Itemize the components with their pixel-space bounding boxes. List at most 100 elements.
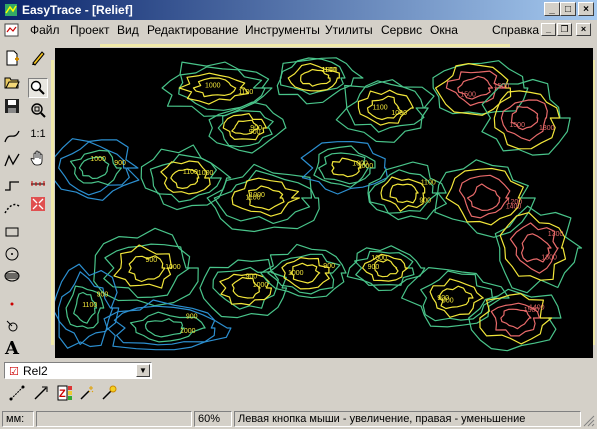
- elevation-label: 900: [246, 273, 258, 280]
- menu-edit[interactable]: Редактирование: [147, 23, 238, 37]
- menu-tools[interactable]: Инструменты: [245, 23, 320, 37]
- menu-utilities[interactable]: Утилиты: [325, 23, 373, 37]
- menu-bar: Файл Проект Вид Редактирование Инструмен…: [0, 20, 597, 40]
- status-zoom: 60%: [194, 411, 232, 427]
- symbol-icon: [6, 320, 18, 332]
- minimize-button[interactable]: _: [544, 2, 560, 16]
- trace-direction-icon: [34, 386, 48, 400]
- contour-map[interactable]: 1000 900 1100 1000 900 900 1100 1000 1000 1100 150…: [55, 48, 593, 358]
- new-button[interactable]: [2, 48, 22, 68]
- menu-service[interactable]: Сервис: [381, 23, 422, 37]
- document-icon[interactable]: [4, 23, 20, 37]
- status-bar: мм: 60% Левая кнопка мыши - увеличение, …: [0, 409, 597, 429]
- trace-line-icon: [9, 385, 25, 401]
- close-button[interactable]: ×: [578, 2, 594, 16]
- step-line-tool-button[interactable]: [2, 174, 22, 194]
- save-button[interactable]: [2, 96, 22, 116]
- menu-view[interactable]: Вид: [117, 23, 139, 37]
- mdi-restore-button[interactable]: ❐: [557, 23, 572, 36]
- pan-button[interactable]: [28, 148, 48, 168]
- point-icon: [10, 302, 14, 306]
- mdi-minimize-button[interactable]: _: [541, 23, 556, 36]
- top-ruler: [100, 44, 510, 47]
- point-tool-button[interactable]: [2, 294, 22, 314]
- view-toolbar: 1:1: [26, 44, 50, 362]
- contour-line: [380, 176, 426, 212]
- left-ruler: [51, 60, 54, 345]
- elevation-label: 1000: [322, 67, 338, 74]
- elevation-label: 900: [250, 125, 262, 132]
- maximize-button[interactable]: □: [560, 2, 576, 16]
- zoom-1to1-button[interactable]: 1:1: [28, 124, 48, 144]
- scale-bar-button[interactable]: [28, 172, 48, 192]
- circle-icon: [5, 247, 19, 261]
- trace-line-button[interactable]: [8, 384, 26, 402]
- contour-line: [368, 169, 439, 214]
- dotted-line-tool-button[interactable]: [2, 198, 22, 218]
- open-button[interactable]: [2, 72, 22, 92]
- contour-line: [93, 227, 199, 307]
- layer-select[interactable]: ☑ Rel2 ▼: [4, 362, 152, 379]
- elevation-label: 1500: [524, 307, 540, 314]
- contour-line: [500, 99, 548, 142]
- mdi-close-button[interactable]: ×: [576, 23, 591, 36]
- app-icon: [5, 4, 17, 16]
- elevation-label: 1100: [183, 169, 198, 176]
- elevation-label: 1500: [460, 91, 476, 98]
- pencil-button[interactable]: [28, 48, 48, 68]
- hatch-ellipse-icon: [4, 270, 20, 282]
- elevation-label: 1000: [205, 82, 221, 89]
- contour-line: [231, 177, 300, 217]
- contour-line: [389, 183, 419, 204]
- status-hint: Левая кнопка мыши - увеличение, правая -…: [234, 411, 581, 427]
- menu-windows[interactable]: Окна: [430, 23, 458, 37]
- magic-wand-star-icon: [102, 385, 117, 400]
- chevron-down-icon[interactable]: ▼: [136, 364, 150, 377]
- svg-text:Z: Z: [59, 388, 66, 400]
- elevation-label: 900: [186, 314, 198, 321]
- fit-extent-button[interactable]: [28, 194, 48, 214]
- main-toolbar: A: [0, 44, 24, 362]
- elevation-label: 1000: [198, 170, 214, 177]
- contour-line: [113, 305, 216, 346]
- polyline-tool-button[interactable]: [2, 150, 22, 170]
- menu-file[interactable]: Файл: [30, 23, 60, 37]
- elevation-label: 1100: [373, 104, 388, 111]
- hand-icon: [30, 150, 43, 166]
- auto-trace-button[interactable]: [78, 384, 96, 402]
- zoom-window-icon: [31, 103, 46, 118]
- elevation-label: 1000: [90, 156, 106, 163]
- resize-grip-icon[interactable]: [583, 415, 595, 427]
- elevation-label: 1000: [391, 110, 407, 117]
- save-disk-icon: [5, 99, 19, 113]
- layer-visible-check-icon[interactable]: ☑: [9, 365, 19, 378]
- text-tool-button[interactable]: A: [2, 338, 22, 359]
- elevation-label: 1500: [494, 83, 510, 90]
- trace-direction-button[interactable]: [32, 384, 50, 402]
- elevation-button[interactable]: Z: [56, 384, 74, 402]
- elevation-label: 1000: [352, 160, 368, 167]
- magic-wand-icon: [80, 386, 94, 400]
- elevation-label: 1300: [541, 255, 557, 262]
- auto-trace-all-button[interactable]: [100, 384, 118, 402]
- zoom-window-button[interactable]: [28, 100, 48, 120]
- curve-tool-button[interactable]: [2, 126, 22, 146]
- contour-line: [217, 110, 274, 148]
- elevation-label: 1000: [180, 328, 196, 335]
- menu-help[interactable]: Справка: [492, 23, 539, 37]
- menu-project[interactable]: Проект: [70, 23, 110, 37]
- elevation-label: 900: [323, 263, 335, 270]
- circle-tool-button[interactable]: [2, 244, 22, 264]
- elevation-label: 1300: [548, 231, 564, 238]
- contour-line: [140, 144, 232, 211]
- zoom-button[interactable]: [28, 78, 48, 98]
- symbol-tool-button[interactable]: [2, 316, 22, 336]
- dotted-curve-icon: [4, 203, 20, 214]
- curve-icon: [4, 130, 20, 143]
- elevation-label: 1000: [253, 282, 269, 289]
- contour-map-canvas[interactable]: 1000900110010009009001100100010001100150…: [55, 48, 593, 358]
- hatch-tool-button[interactable]: [2, 266, 22, 286]
- rectangle-tool-button[interactable]: [2, 222, 22, 242]
- polyline-icon: [4, 153, 20, 167]
- status-coordinates: [36, 411, 192, 427]
